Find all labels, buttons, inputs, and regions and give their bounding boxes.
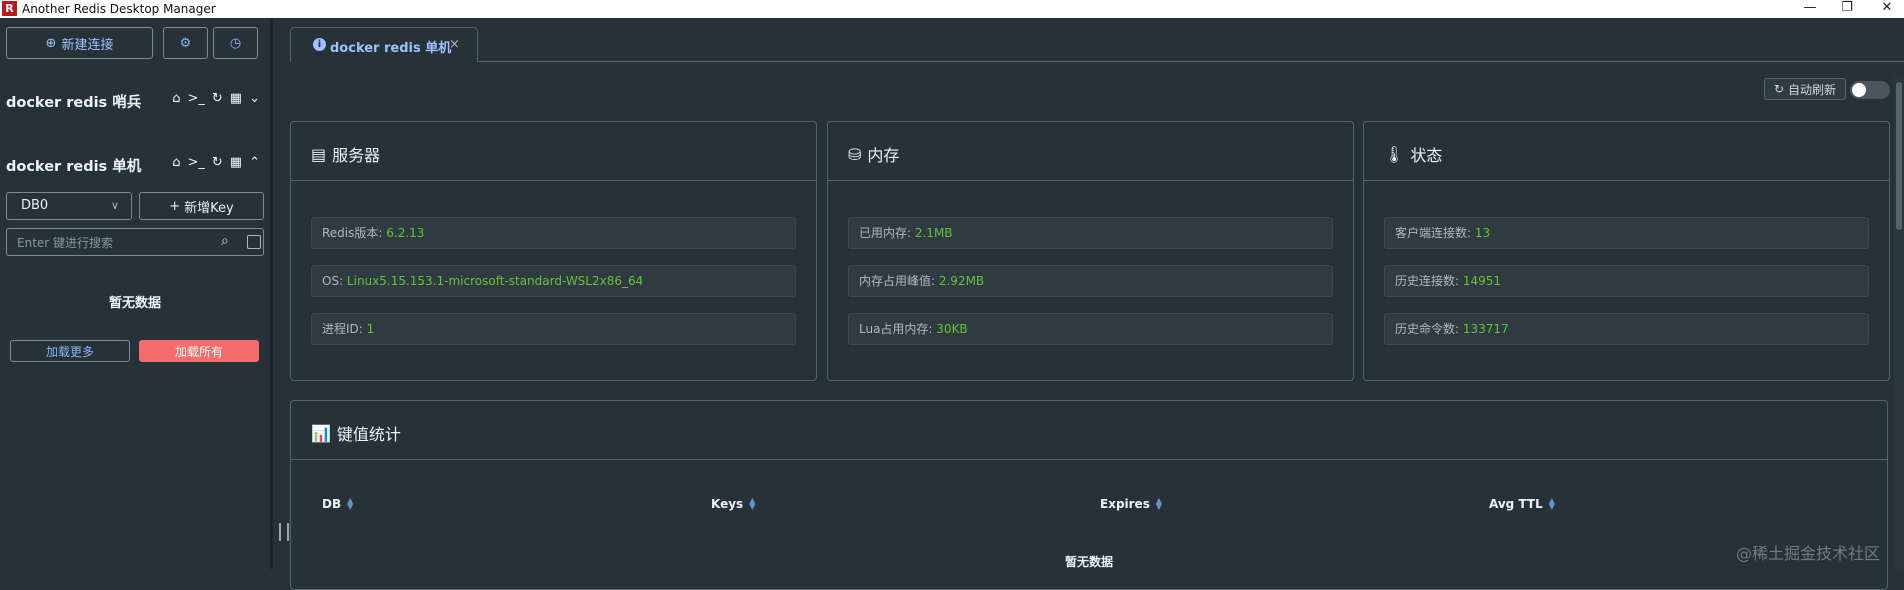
refresh-icon: ↻	[1773, 82, 1785, 96]
tab-docker-redis-standalone[interactable]: i docker redis 单机 ×	[290, 27, 478, 62]
window-title: Another Redis Desktop Manager	[22, 2, 216, 16]
status-title: 状态	[1410, 146, 1443, 165]
auto-refresh-toggle[interactable]	[1850, 81, 1890, 99]
info-row: 客户端连接数: 13	[1384, 217, 1869, 249]
load-all-button[interactable]: 加载所有	[139, 340, 259, 362]
info-row: Redis版本: 6.2.13	[311, 217, 796, 249]
plus-icon: +	[169, 198, 181, 214]
home-icon[interactable]: ⌂	[172, 155, 180, 170]
connection-actions: ⌂ >_ ↻ ▦ ⌄	[172, 91, 260, 106]
info-row: 已用内存: 2.1MB	[848, 217, 1333, 249]
column-header-expires[interactable]: Expires ▲ ▼	[1100, 497, 1162, 512]
connection-name: docker redis 哨兵	[6, 95, 142, 111]
watermark: @稀土掘金技术社区	[1736, 544, 1881, 563]
new-connection-button[interactable]: ⊕ 新建连接	[6, 27, 153, 59]
scrollbar-thumb[interactable]	[1896, 82, 1902, 230]
tab-label: docker redis 单机	[330, 41, 452, 56]
sort-icon[interactable]: ▲ ▼	[347, 497, 353, 511]
chevron-down-icon: ∨	[110, 199, 119, 212]
status-card-header: 🌡 状态	[1364, 122, 1889, 181]
info-row: OS: Linux5.15.153.1-microsoft-standard-W…	[311, 265, 796, 297]
chevron-down-icon[interactable]: ⌄	[249, 91, 260, 106]
server-card-header: ▤ 服务器	[291, 122, 816, 181]
search-input[interactable]	[15, 233, 219, 253]
server-card: ▤ 服务器 Redis版本: 6.2.13 OS: Linux5.15.153.…	[290, 121, 817, 381]
info-row: 内存占用峰值: 2.92MB	[848, 265, 1333, 297]
bar-chart-icon: 📊	[311, 423, 331, 443]
sort-icon[interactable]: ▲ ▼	[1549, 497, 1555, 511]
column-header-avg-ttl[interactable]: Avg TTL ▲ ▼	[1489, 497, 1555, 512]
db-select-value: DB0	[21, 198, 49, 213]
home-icon[interactable]: ⌂	[172, 91, 180, 106]
close-tab-icon[interactable]: ×	[449, 37, 460, 52]
memory-card: ⛁ 内存 已用内存: 2.1MB 内存占用峰值: 2.92MB Lua占用内存:…	[827, 121, 1354, 381]
new-connection-label: 新建连接	[61, 37, 114, 53]
db-select[interactable]: DB0 ∨	[6, 192, 132, 220]
table-empty-text: 暂无数据	[1064, 555, 1113, 569]
connection-actions: ⌂ >_ ↻ ▦ ⌃	[172, 155, 260, 170]
close-window-button[interactable]: ✕	[1872, 0, 1902, 18]
server-icon: ▤	[311, 144, 327, 164]
tab-bar-divider	[290, 61, 1904, 62]
minimize-button[interactable]: —	[1795, 0, 1825, 18]
history-button[interactable]: ◷	[213, 27, 258, 59]
server-title: 服务器	[332, 146, 381, 165]
resize-handle-icon[interactable]	[279, 523, 289, 541]
sort-icon[interactable]: ▲ ▼	[1156, 497, 1162, 511]
refresh-icon[interactable]: ↻	[212, 91, 223, 106]
chevron-up-icon[interactable]: ⌃	[249, 155, 260, 170]
sidebar-empty-text: 暂无数据	[108, 296, 161, 311]
info-row: 进程ID: 1	[311, 313, 796, 345]
thermometer-icon: 🌡	[1384, 144, 1405, 164]
memory-title: 内存	[867, 146, 900, 165]
settings-button[interactable]: ⚙	[163, 27, 208, 59]
grid-icon[interactable]: ▦	[230, 91, 242, 106]
window-titlebar: R Another Redis Desktop Manager — ❐ ✕	[0, 0, 1904, 18]
exact-search-checkbox[interactable]	[247, 235, 261, 249]
grid-icon[interactable]: ▦	[230, 155, 242, 170]
load-more-button[interactable]: 加载更多	[10, 340, 130, 362]
toggle-knob	[1852, 83, 1866, 97]
sidebar-splitter[interactable]	[270, 18, 273, 569]
connection-item-sentinel[interactable]: docker redis 哨兵 ⌂ >_ ↻ ▦ ⌄	[6, 91, 264, 111]
database-icon: ⛁	[848, 144, 862, 164]
clock-icon: ◷	[229, 35, 242, 51]
key-stats-title: 键值统计	[336, 425, 401, 444]
auto-refresh-label: 自动刷新	[1788, 82, 1837, 97]
search-icon[interactable]: ⌕	[221, 233, 229, 249]
info-row: 历史连接数: 14951	[1384, 265, 1869, 297]
add-key-label: 新增Key	[184, 200, 234, 216]
info-icon: i	[313, 38, 326, 51]
column-header-db[interactable]: DB ▲ ▼	[322, 497, 353, 512]
info-row: Lua占用内存: 30KB	[848, 313, 1333, 345]
connection-name: docker redis 单机	[6, 159, 142, 175]
connection-item-standalone[interactable]: docker redis 单机 ⌂ >_ ↻ ▦ ⌃	[6, 155, 264, 175]
info-row: 历史命令数: 133717	[1384, 313, 1869, 345]
refresh-icon[interactable]: ↻	[212, 155, 223, 170]
plus-circle-icon: ⊕	[45, 35, 57, 51]
key-stats-header: 📊 键值统计	[291, 401, 1887, 460]
status-card: 🌡 状态 客户端连接数: 13 历史连接数: 14951 历史命令数: 1337…	[1363, 121, 1890, 381]
memory-card-header: ⛁ 内存	[828, 122, 1353, 181]
auto-refresh-button[interactable]: ↻ 自动刷新	[1764, 78, 1846, 100]
sort-icon[interactable]: ▲ ▼	[749, 497, 755, 511]
key-search-box: ⌕	[6, 228, 264, 256]
key-stats-card: 📊 键值统计 DB ▲ ▼ Keys ▲ ▼ Expires ▲ ▼ Avg TTL …	[290, 400, 1888, 590]
add-key-button[interactable]: + 新增Key	[139, 192, 264, 220]
app-logo-icon: R	[2, 1, 17, 16]
gear-icon: ⚙	[179, 35, 192, 51]
restore-button[interactable]: ❐	[1832, 0, 1862, 18]
terminal-icon[interactable]: >_	[187, 155, 204, 170]
terminal-icon[interactable]: >_	[187, 91, 204, 106]
column-header-keys[interactable]: Keys ▲ ▼	[711, 497, 755, 512]
